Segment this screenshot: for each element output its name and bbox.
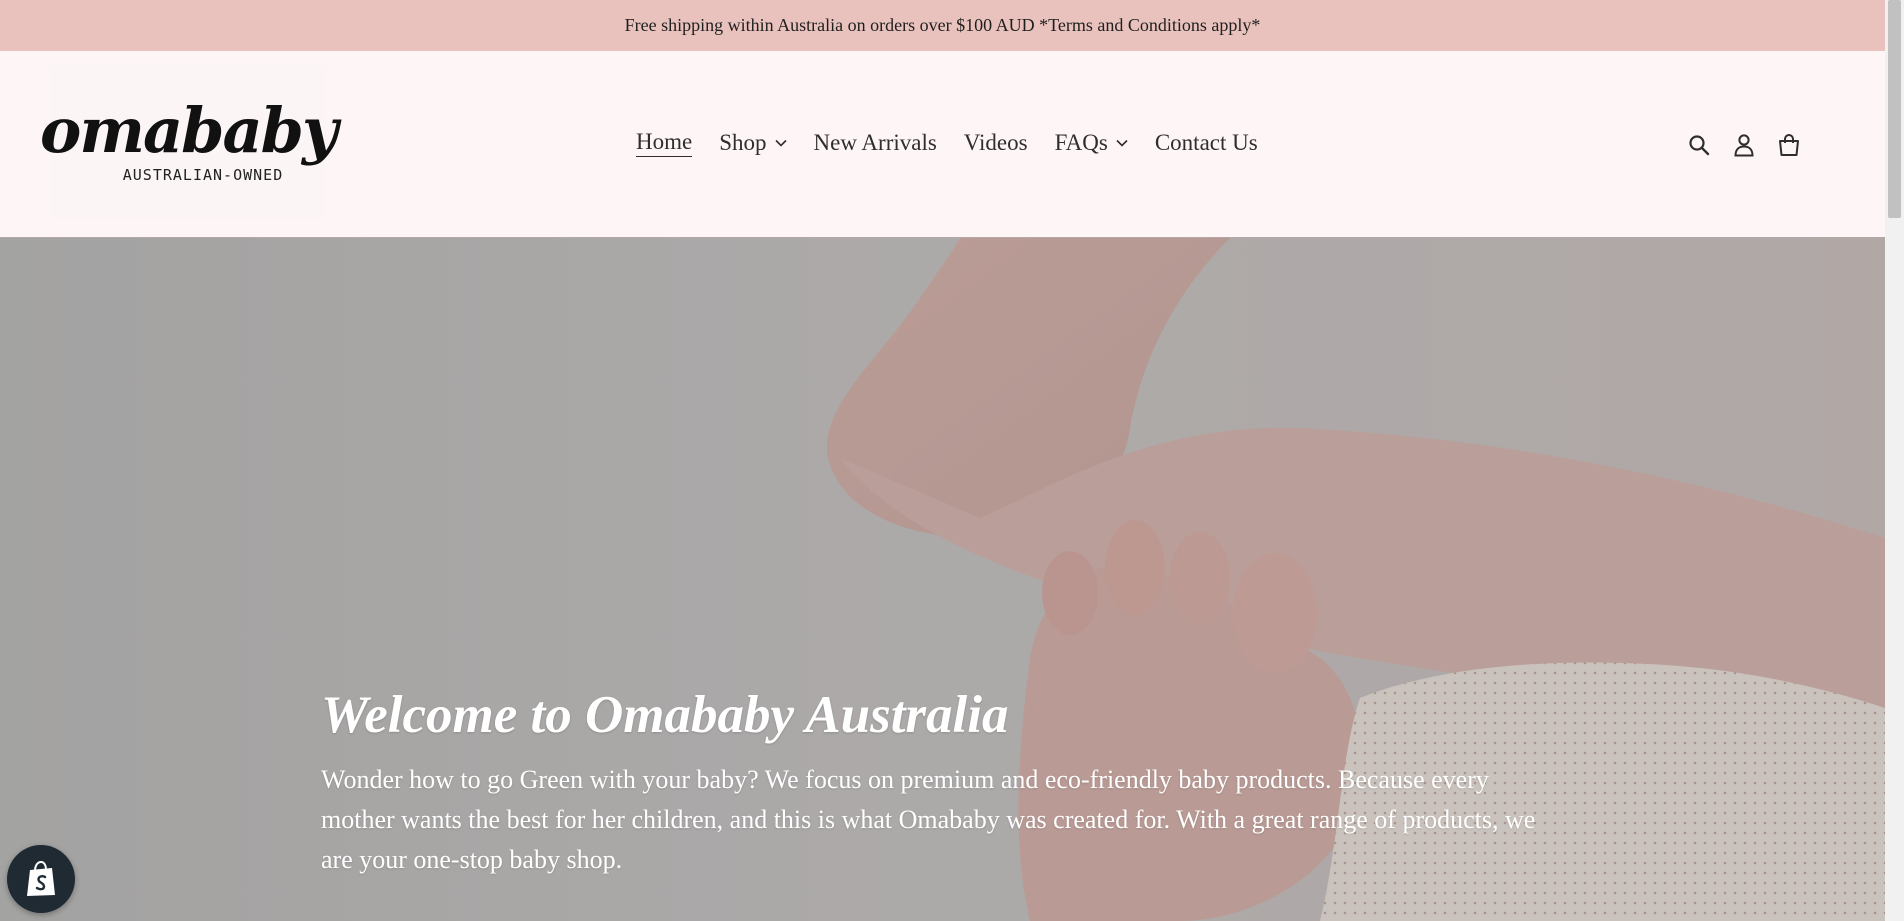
announcement-text: Free shipping within Australia on orders… (624, 15, 1261, 35)
hero-title: Welcome to Omababy Australia (321, 686, 1009, 744)
page: Free shipping within Australia on orders… (0, 0, 1904, 921)
cart-icon[interactable] (1777, 133, 1801, 157)
nav-videos[interactable]: Videos (964, 130, 1028, 156)
header-icons (1687, 133, 1801, 157)
hero-text: Wonder how to go Green with your baby? W… (321, 765, 1536, 875)
account-icon[interactable] (1733, 133, 1755, 157)
nav-faqs-label: FAQs (1054, 130, 1108, 155)
hero-banner: Welcome to Omababy Australia Wonder how … (0, 238, 1885, 921)
nav-home[interactable]: Home (636, 129, 693, 157)
scrollbar-thumb[interactable] (1888, 0, 1901, 218)
nav-shop-label: Shop (719, 130, 767, 155)
nav-new-arrivals[interactable]: New Arrivals (814, 130, 937, 156)
main-nav: Home Shop New Arrivals Videos FAQs Conta… (636, 129, 1258, 157)
nav-faqs[interactable]: FAQs (1055, 130, 1128, 156)
scrollbar[interactable] (1885, 0, 1904, 921)
logo[interactable]: omababy AUSTRALIAN-OWNED (40, 65, 338, 219)
logo-script: omababy (39, 94, 338, 167)
shopify-bag-icon (27, 860, 55, 896)
chevron-down-icon (774, 139, 787, 147)
nav-contact-label: Contact Us (1154, 130, 1258, 155)
chevron-down-icon (1116, 139, 1128, 147)
site-header: omababy AUSTRALIAN-OWNED Home Shop New A… (0, 51, 1885, 238)
shopify-badge[interactable] (7, 845, 75, 913)
nav-shop[interactable]: Shop (719, 130, 787, 156)
nav-home-label: Home (636, 129, 693, 157)
nav-videos-label: Videos (963, 130, 1028, 155)
announcement-bar[interactable]: Free shipping within Australia on orders… (0, 0, 1885, 51)
nav-new-arrivals-label: New Arrivals (813, 130, 937, 155)
nav-contact-us[interactable]: Contact Us (1155, 130, 1258, 156)
hero-content: Welcome to Omababy Australia Wonder how … (321, 686, 1541, 880)
search-icon[interactable] (1687, 133, 1711, 157)
logo-tagline: AUSTRALIAN-OWNED (122, 166, 284, 184)
